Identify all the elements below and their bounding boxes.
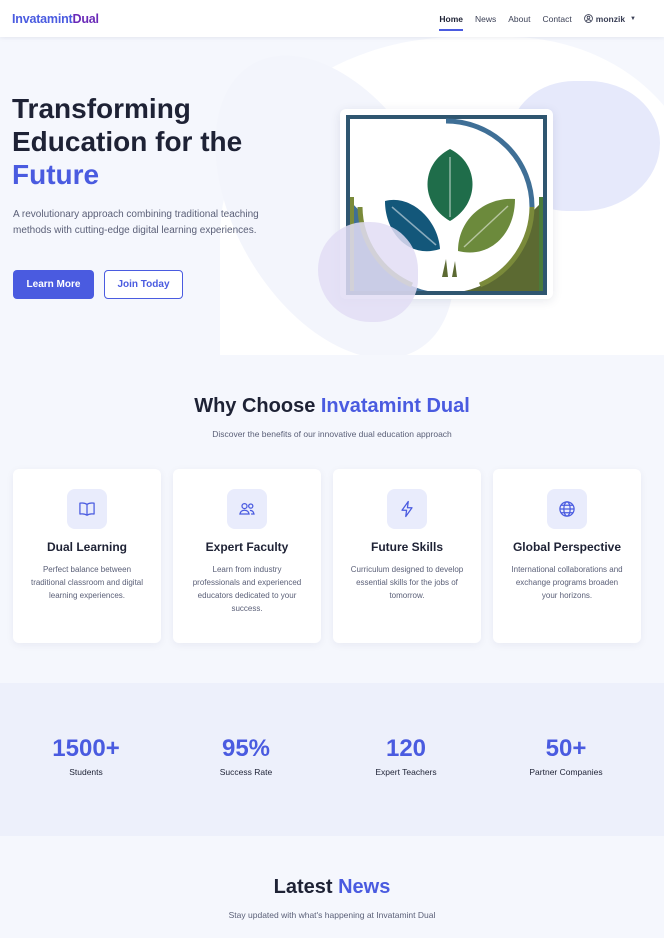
- section-title-text: Why Choose: [194, 395, 321, 417]
- user-circle-icon: [583, 14, 593, 23]
- feature-card: Dual Learning Perfect balance between tr…: [13, 469, 161, 643]
- globe-icon: [559, 501, 575, 517]
- hero-description: A revolutionary approach combining tradi…: [13, 209, 259, 236]
- feature-card: Future Skills Curriculum designed to dev…: [333, 469, 481, 643]
- stat-label: Expert Teachers: [375, 767, 437, 777]
- feature-icon-box: [547, 489, 587, 529]
- feature-title: Future Skills: [370, 540, 444, 554]
- section-subtitle: Stay updated with what's happening at In…: [228, 910, 436, 920]
- learn-more-button[interactable]: Learn More: [13, 270, 94, 299]
- stats-section: 1500+ Students 95% Success Rate 120 Expe…: [0, 683, 664, 836]
- feature-title: Dual Learning: [46, 540, 127, 554]
- section-title: Why Choose Invatamint Dual: [0, 395, 664, 418]
- feature-card: Expert Faculty Learn from industry profe…: [173, 469, 321, 643]
- section-title-accent: Invatamint Dual: [320, 395, 470, 417]
- lightning-icon: [401, 500, 413, 518]
- stat-label: Students: [69, 767, 103, 777]
- stat-label: Success Rate: [219, 767, 273, 777]
- feature-description: Learn from industry professionals and ex…: [192, 565, 302, 613]
- stat-item: 120 Expert Teachers: [326, 735, 486, 777]
- hero-title-line1: Transforming: [12, 93, 191, 124]
- brand-name-part1: Invatamint: [12, 11, 73, 26]
- section-subtitle: Discover the benefits of our innovative …: [212, 429, 452, 439]
- section-title-accent: News: [338, 876, 391, 898]
- stat-value: 120: [385, 735, 427, 762]
- user-name: monzik: [595, 13, 626, 24]
- users-icon: [239, 502, 255, 515]
- feature-description: Curriculum designed to develop essential…: [350, 565, 464, 600]
- chevron-down-icon: ▼: [630, 15, 636, 22]
- stat-item: 50+ Partner Companies: [486, 735, 646, 777]
- hero-title-accent: Future: [12, 159, 100, 190]
- nav-link-about[interactable]: About: [508, 11, 530, 27]
- feature-icon-box: [67, 489, 107, 529]
- stat-item: 95% Success Rate: [166, 735, 326, 777]
- feature-icon-box: [227, 489, 267, 529]
- nav-link-home[interactable]: Home: [439, 11, 463, 31]
- book-icon: [79, 502, 95, 516]
- brand-logo[interactable]: InvatamintDual: [12, 12, 99, 26]
- nav-link-news[interactable]: News: [475, 11, 496, 27]
- hero-section: Transforming Education for the Future A …: [0, 37, 664, 355]
- feature-title: Global Perspective: [512, 540, 622, 554]
- stat-label: Partner Companies: [529, 767, 603, 777]
- feature-description: Perfect balance between traditional clas…: [30, 565, 144, 600]
- feature-description: International collaborations and exchang…: [511, 565, 623, 600]
- hero-title-line2: Education for the: [12, 126, 243, 157]
- main-nav: Home News About Contact monzik ▼: [439, 11, 636, 31]
- feature-title: Expert Faculty: [205, 540, 289, 554]
- stat-item: 1500+ Students: [6, 735, 166, 777]
- nav-link-contact[interactable]: Contact: [542, 11, 571, 27]
- news-section: Latest News Stay updated with what's hap…: [0, 836, 664, 938]
- user-menu[interactable]: monzik ▼: [583, 13, 636, 24]
- join-today-button[interactable]: Join Today: [104, 270, 183, 299]
- section-title: Latest News: [0, 876, 664, 899]
- hero-title: Transforming Education for the Future: [12, 92, 312, 191]
- feature-icon-box: [387, 489, 427, 529]
- why-choose-section: Why Choose Invatamint Dual Discover the …: [0, 355, 664, 683]
- feature-card: Global Perspective International collabo…: [493, 469, 641, 643]
- stat-value: 95%: [221, 735, 271, 762]
- brand-name-part2: Dual: [72, 11, 99, 26]
- hero-decor-blob: [318, 222, 418, 322]
- stat-value: 1500+: [52, 735, 120, 762]
- navbar: InvatamintDual Home News About Contact m…: [0, 0, 664, 37]
- stat-value: 50+: [545, 735, 587, 762]
- section-title-text: Latest: [273, 876, 339, 898]
